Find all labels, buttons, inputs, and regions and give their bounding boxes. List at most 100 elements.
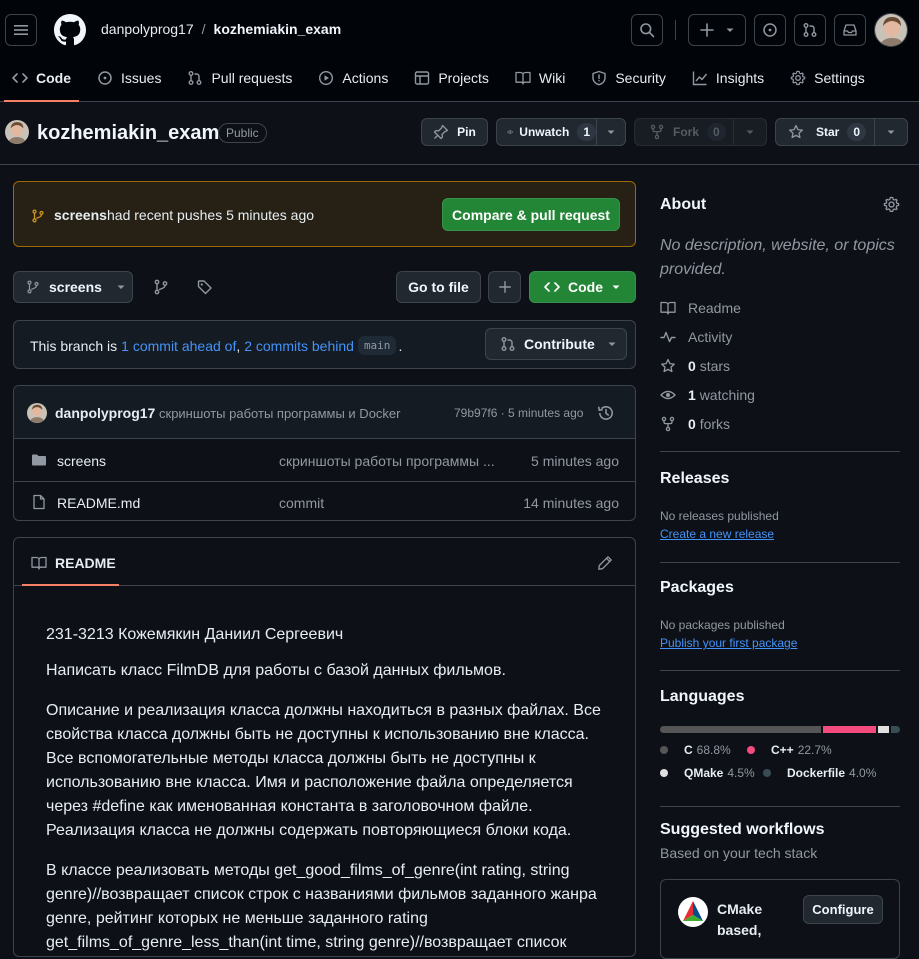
tab-label: Pull requests: [211, 70, 293, 86]
language-color-dot: [660, 746, 668, 754]
star-dropdown[interactable]: [875, 127, 907, 137]
publish-package-link[interactable]: Publish your first package: [660, 636, 797, 650]
commits-ahead-link[interactable]: 1 commit ahead of: [121, 338, 236, 354]
pull-request-icon: [803, 23, 817, 37]
tab-label: Insights: [715, 70, 765, 86]
readme-title[interactable]: README: [55, 555, 116, 571]
search-button[interactable]: [631, 14, 663, 46]
issue-icon: [763, 23, 777, 37]
tab-security[interactable]: Security: [579, 60, 678, 96]
star-button[interactable]: Star 0: [776, 119, 875, 145]
create-new-button[interactable]: [688, 14, 746, 46]
language-bar-segment[interactable]: [822, 726, 877, 733]
language-item[interactable]: QMake 4.5%: [660, 766, 755, 780]
repo-name[interactable]: kozhemiakin_exam: [37, 122, 219, 145]
about-item-stars[interactable]: 0 stars: [660, 358, 730, 374]
about-item-label: stars: [699, 358, 731, 374]
workflows-subtitle: Based on your tech stack: [660, 845, 818, 861]
about-item-watching[interactable]: 1 watching: [660, 387, 755, 403]
file-commit-message[interactable]: скриншоты работы программы ...: [279, 453, 495, 469]
tab-projects[interactable]: Projects: [402, 60, 501, 96]
language-item[interactable]: Dockerfile 4.0%: [763, 766, 876, 780]
releases-title[interactable]: Releases: [660, 470, 729, 488]
file-name[interactable]: README.md: [57, 495, 140, 511]
table-icon: [415, 71, 430, 85]
about-item-label: Activity: [688, 329, 733, 345]
banner-branch[interactable]: screens: [54, 207, 107, 223]
create-release-link[interactable]: Create a new release: [660, 527, 774, 541]
about-item-readme[interactable]: Readme: [660, 300, 741, 316]
branches-link[interactable]: [152, 279, 170, 295]
file-time: 14 minutes ago: [523, 495, 619, 511]
file-row[interactable]: screens скриншоты работы программы ... 5 m…: [14, 440, 635, 481]
owner-link[interactable]: danpolyprog17: [101, 21, 194, 37]
book-icon: [660, 301, 676, 315]
commit-message[interactable]: скриншоты работы программы и Docker: [159, 406, 400, 421]
commits-behind-link[interactable]: 2 commits behind: [244, 338, 354, 354]
gear-icon[interactable]: [883, 196, 900, 213]
avatar[interactable]: [874, 13, 908, 47]
language-item[interactable]: C++ 22.7%: [747, 743, 832, 757]
fork-dropdown[interactable]: [734, 127, 766, 137]
sidebar-divider: [660, 806, 900, 807]
language-name: C: [684, 743, 693, 757]
language-bar-segment[interactable]: [660, 726, 821, 733]
compare-pull-request-button[interactable]: Compare & pull request: [442, 198, 620, 231]
configure-button[interactable]: Configure: [803, 895, 883, 924]
watch-dropdown[interactable]: [597, 127, 625, 137]
pin-label: Pin: [457, 125, 476, 139]
about-item-activity[interactable]: Activity: [660, 329, 732, 345]
fork-button[interactable]: Fork 0: [635, 119, 734, 145]
workflow-name: CMake based,: [717, 901, 763, 938]
global-header: danpolyprog17 / kozhemiakin_exam Code Iss…: [0, 0, 919, 102]
tab-wiki[interactable]: Wiki: [503, 60, 577, 96]
file-name[interactable]: screens: [57, 453, 106, 469]
language-bar-segment[interactable]: [878, 726, 889, 733]
readme-paragraph: Написать класс FilmDB для работы с базой…: [46, 662, 506, 679]
language-color-dot: [763, 769, 771, 777]
pull-requests-button[interactable]: [794, 14, 826, 46]
tab-pull-requests[interactable]: Pull requests: [175, 60, 304, 96]
menu-button[interactable]: [5, 14, 37, 46]
compare-comma: ,: [236, 337, 241, 354]
contribute-button[interactable]: Contribute: [485, 328, 627, 360]
tags-link[interactable]: [196, 279, 214, 295]
file-commit-message[interactable]: commit: [279, 495, 324, 511]
language-bar-segment[interactable]: [890, 726, 900, 733]
tab-settings[interactable]: Settings: [778, 60, 877, 96]
unwatch-button[interactable]: Unwatch 1: [497, 119, 597, 145]
inbox-button[interactable]: [834, 14, 866, 46]
add-file-button[interactable]: [488, 271, 521, 303]
commit-author[interactable]: danpolyprog17: [55, 405, 155, 421]
commit-hash-time[interactable]: 79b97f6 · 5 minutes ago: [454, 406, 583, 420]
pin-button[interactable]: Pin: [421, 118, 488, 146]
github-logo-icon[interactable]: [54, 14, 86, 46]
caret-down-icon: [117, 285, 125, 289]
search-icon: [640, 23, 655, 38]
releases-empty: No releases published: [660, 509, 779, 523]
watch-count: 1: [577, 123, 596, 141]
about-item-value: 1: [688, 387, 696, 403]
tab-actions[interactable]: Actions: [306, 60, 400, 96]
tab-insights[interactable]: Insights: [680, 60, 776, 96]
issues-button[interactable]: [754, 14, 786, 46]
go-to-file-button[interactable]: Go to file: [396, 271, 481, 303]
tab-issues[interactable]: Issues: [85, 60, 173, 96]
code-button[interactable]: Code: [529, 271, 636, 303]
packages-title[interactable]: Packages: [660, 579, 734, 597]
branch-selector[interactable]: screens: [13, 271, 133, 303]
file-row[interactable]: README.md commit 14 minutes ago: [14, 481, 635, 520]
tab-label: Security: [615, 70, 666, 86]
pencil-icon[interactable]: [597, 555, 613, 571]
file-browser: danpolyprog17 скриншоты работы программы…: [13, 385, 636, 521]
readme-header: README: [14, 538, 635, 586]
about-item-forks[interactable]: 0 forks: [660, 416, 730, 432]
repo-link[interactable]: kozhemiakin_exam: [214, 21, 342, 37]
cmake-icon: [678, 897, 708, 927]
language-item[interactable]: C 68.8%: [660, 743, 731, 757]
breadcrumb: danpolyprog17 / kozhemiakin_exam: [101, 21, 341, 37]
play-icon: [319, 70, 334, 86]
sidebar-divider: [660, 562, 900, 563]
tab-code[interactable]: Code: [0, 60, 83, 102]
history-icon[interactable]: [597, 404, 615, 422]
